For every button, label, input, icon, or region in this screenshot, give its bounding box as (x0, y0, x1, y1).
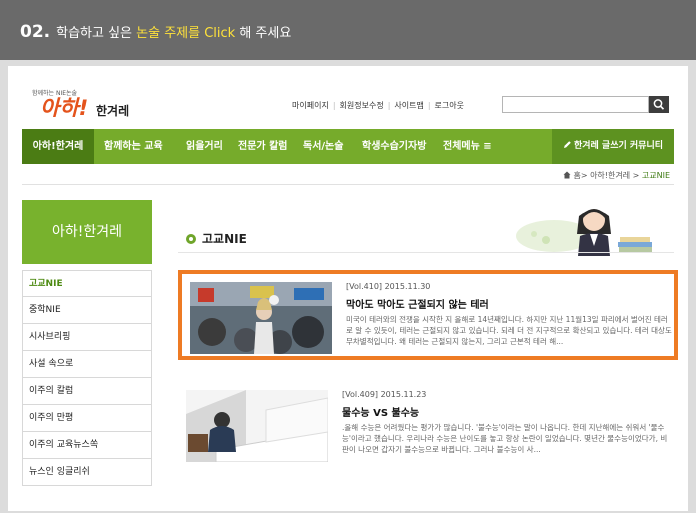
main-nav: 아하!한겨레 함께하는 교육 읽을거리 전문가 칼럼 독서/논술 학생수습기자방… (22, 129, 674, 164)
instruction-after: 해 주세요 (235, 26, 292, 41)
side-item-news-english[interactable]: 뉴스인 잉글리쉬 (22, 459, 152, 486)
article-vol409[interactable]: [Vol.409] 2015.11.23 물수능 VS 불수능 .올해 수능은 … (178, 382, 678, 472)
instruction-before: 학습하고 싶은 (56, 26, 137, 41)
instruction-step: 02. (20, 22, 51, 42)
search-button[interactable] (649, 96, 669, 113)
nav-item-aha-hankyoreh[interactable]: 아하!한겨레 (22, 129, 94, 164)
side-item-middle-nie[interactable]: 중학NIE (22, 297, 152, 324)
util-link-logout[interactable]: 로그아웃 (435, 101, 464, 110)
article-meta: [Vol.409] 2015.11.23 (342, 390, 426, 399)
instruction-highlight: 논술 주제를 Click (136, 26, 236, 41)
section-title: 고교NIE (186, 230, 247, 247)
web-page: 함께하는 NIE논술 아하! 한겨레 마이페이지 | 회원정보수정 | 사이트맵 | 로그아… (8, 66, 688, 511)
breadcrumb-sep: > (630, 171, 642, 180)
breadcrumb-home[interactable]: 홈 (573, 171, 580, 180)
breadcrumb-sep: > (580, 171, 591, 180)
nav-item-all-menu[interactable]: 전체메뉴 ≡ (443, 129, 492, 164)
nav-item-student-reporter[interactable]: 학생수습기자방 (362, 129, 426, 164)
logo-aha: 아하! (40, 96, 89, 120)
breadcrumb-parent[interactable]: 아하!한겨레 (590, 171, 630, 180)
instruction-text: 02. 학습하고 싶은 논술 주제를 Click 해 주세요 (20, 22, 291, 42)
student-illustration (516, 209, 652, 256)
side-item-editorial[interactable]: 사설 속으로 (22, 351, 152, 378)
side-item-current-briefing[interactable]: 시사브리핑 (22, 324, 152, 351)
article-vol: [Vol.409] (342, 390, 379, 399)
pencil-icon (563, 141, 571, 148)
article-date: 2015.11.30 (384, 282, 431, 291)
nav-item-reading-essay[interactable]: 독서/논술 (303, 129, 343, 164)
util-link-mypage[interactable]: 마이페이지 (292, 101, 329, 110)
article-thumbnail[interactable] (190, 282, 332, 354)
article-vol: [Vol.410] (346, 282, 383, 291)
side-menu-header: 아하!한겨레 (22, 200, 152, 264)
side-item-weekly-column[interactable]: 이주의 칼럼 (22, 378, 152, 405)
side-item-edu-news[interactable]: 이주의 교육뉴스쏙 (22, 432, 152, 459)
article-thumbnail[interactable] (186, 390, 328, 462)
breadcrumb: 홈> 아하!한겨레 > 고교NIE (563, 170, 670, 181)
article-summary: 미국이 테러와의 전쟁을 시작한 지 올해로 14년째입니다. 하지만 지난 1… (346, 315, 672, 346)
nav-writing-community-label: 한겨레 글쓰기 커뮤니티 (573, 141, 664, 151)
section-divider (178, 252, 674, 253)
util-separator: | (427, 101, 431, 110)
section-bullet-icon (186, 234, 196, 244)
article-title[interactable]: 물수능 VS 불수능 (342, 404, 419, 419)
article-summary: .올해 수능은 어려웠다는 평가가 많습니다. '불수능'이라는 말이 나옵니다… (342, 423, 668, 454)
util-link-member-edit[interactable]: 회원정보수정 (340, 101, 384, 110)
nav-item-expert-column[interactable]: 전문가 칼럼 (238, 129, 287, 164)
nav-writing-community[interactable]: 한겨레 글쓰기 커뮤니티 (552, 129, 674, 164)
side-menu: 고교NIE 중학NIE 시사브리핑 사설 속으로 이주의 칼럼 이주의 만평 이… (22, 270, 152, 486)
screenshot-frame: 함께하는 NIE논술 아하! 한겨레 마이페이지 | 회원정보수정 | 사이트맵 | 로그아… (0, 60, 696, 513)
logo-hankyoreh: 한겨레 (96, 104, 130, 118)
search-icon (653, 99, 665, 110)
article-date: 2015.11.23 (380, 390, 427, 399)
util-separator: | (387, 101, 391, 110)
side-item-weekly-cartoon[interactable]: 이주의 만평 (22, 405, 152, 432)
instruction-bar: 02. 학습하고 싶은 논술 주제를 Click 해 주세요 (0, 0, 696, 60)
utility-links: 마이페이지 | 회원정보수정 | 사이트맵 | 로그아웃 (292, 100, 464, 111)
article-title[interactable]: 막아도 막아도 근절되지 않는 테러 (346, 296, 489, 311)
util-separator: | (332, 101, 336, 110)
article-vol410[interactable]: [Vol.410] 2015.11.30 막아도 막아도 근절되지 않는 테러 … (178, 270, 678, 360)
breadcrumb-divider (22, 184, 674, 185)
home-icon (563, 171, 571, 179)
search-input[interactable] (502, 96, 649, 113)
article-meta: [Vol.410] 2015.11.30 (346, 282, 430, 291)
nav-item-reading[interactable]: 읽을거리 (186, 129, 223, 164)
util-link-sitemap[interactable]: 사이트맵 (394, 101, 423, 110)
breadcrumb-current: 고교NIE (641, 171, 670, 180)
section-title-text: 고교NIE (202, 232, 247, 246)
side-item-high-nie[interactable]: 고교NIE (22, 270, 152, 297)
nav-item-education[interactable]: 함께하는 교육 (104, 129, 163, 164)
